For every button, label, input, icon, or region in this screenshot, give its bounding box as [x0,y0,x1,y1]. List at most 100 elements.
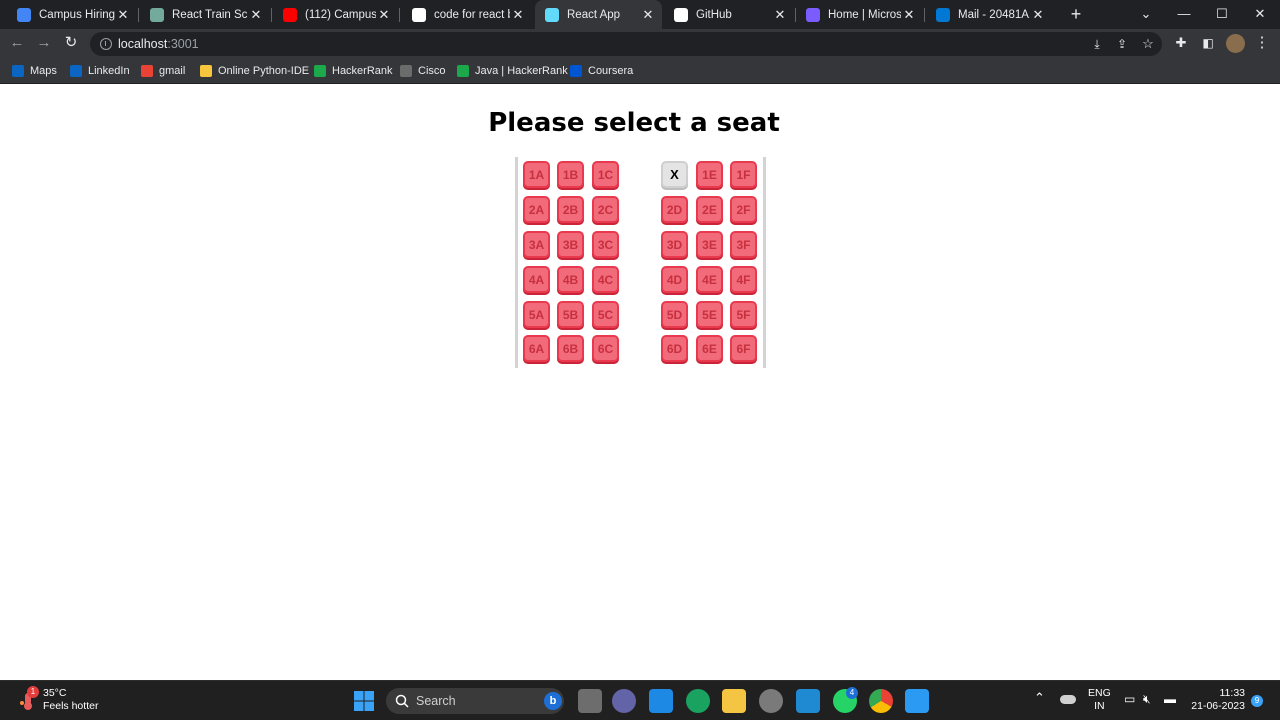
seat-button[interactable]: 6D [661,335,688,362]
seat-button[interactable]: 4A [523,266,550,293]
close-window-icon[interactable]: ✕ [1242,0,1278,29]
bookmark-item[interactable]: gmail [141,62,185,80]
browser-tab[interactable]: GitHub ✕ [664,0,794,29]
seat-button[interactable]: 3B [557,231,584,258]
vscode-icon[interactable] [796,689,820,713]
install-app-icon[interactable]: ⤓ [1086,33,1108,55]
seat-button[interactable]: 2C [592,196,619,223]
seat-button[interactable]: 6F [730,335,757,362]
seat-button[interactable]: 2E [696,196,723,223]
seat-booked[interactable]: X [661,161,688,188]
browser-tab[interactable]: React Train Sched✕ [140,0,270,29]
new-tab-button[interactable]: + [1066,4,1086,24]
weather-widget[interactable]: 35°C Feels hotter [43,687,98,713]
seat-button[interactable]: 6E [696,335,723,362]
seat-button[interactable]: 2D [661,196,688,223]
show-hidden-icons[interactable]: ⌃ [1034,691,1045,704]
seat-button[interactable]: 6B [557,335,584,362]
notepad-icon[interactable] [905,689,929,713]
browser-tab[interactable]: React App ✕ [535,0,662,29]
seat-button[interactable]: 5B [557,301,584,328]
bookmark-item[interactable]: Online Python-IDE [200,62,309,80]
close-tab-icon[interactable]: ✕ [115,7,131,23]
microsoft-store-icon[interactable] [649,689,673,713]
profile-avatar[interactable] [1226,34,1245,53]
windows-start-icon[interactable] [352,689,376,713]
seat-button[interactable]: 4C [592,266,619,293]
seat-button[interactable]: 6A [523,335,550,362]
seat-button[interactable]: 4D [661,266,688,293]
close-tab-icon[interactable]: ✕ [1030,7,1046,23]
bookmark-item[interactable]: Java | HackerRank [457,62,568,80]
menu-icon[interactable]: ⋮ [1251,32,1273,54]
reload-icon[interactable]: ↻ [60,32,82,54]
onedrive-icon[interactable] [1060,695,1076,704]
seat-button[interactable]: 4B [557,266,584,293]
file-explorer-icon[interactable] [722,689,746,713]
browser-tab[interactable]: code for react ba✕ [402,0,532,29]
side-panel-icon[interactable]: ◧ [1197,32,1219,54]
taskbar-search[interactable]: Search b [386,688,564,714]
seat-button[interactable]: 2A [523,196,550,223]
seat-button[interactable]: 1A [523,161,550,188]
close-tab-icon[interactable]: ✕ [772,7,788,23]
seat-button[interactable]: 5E [696,301,723,328]
seat-button[interactable]: 2B [557,196,584,223]
seat-button[interactable]: 2F [730,196,757,223]
edge-icon[interactable] [686,689,710,713]
search-icon [395,694,409,708]
seat-button[interactable]: 1F [730,161,757,188]
teams-chat-icon[interactable] [612,689,636,713]
seat-button[interactable]: 5D [661,301,688,328]
seat-button[interactable]: 3E [696,231,723,258]
seat-button[interactable]: 1B [557,161,584,188]
minimize-icon[interactable]: — [1166,0,1202,29]
close-tab-icon[interactable]: ✕ [248,7,264,23]
settings-icon[interactable] [759,689,783,713]
browser-tab[interactable]: (112) Campus Hir✕ [273,0,398,29]
address-bar[interactable]: localhost:3001 ⤓ ⇪ ☆ [90,32,1162,56]
close-tab-icon[interactable]: ✕ [376,7,392,23]
extensions-icon[interactable]: ✚ [1170,32,1192,54]
seat-button[interactable]: 3A [523,231,550,258]
speaker-muted-icon[interactable]: 🔇︎ [1143,693,1151,706]
forward-icon[interactable]: → [33,32,55,54]
bookmark-star-icon[interactable]: ☆ [1137,33,1159,55]
seat-button[interactable]: 1C [592,161,619,188]
bookmark-item[interactable]: Coursera [570,62,633,80]
bookmark-item[interactable]: Maps [12,62,57,80]
seat-button[interactable]: 6C [592,335,619,362]
bookmark-item[interactable]: HackerRank [314,62,393,80]
seat-button[interactable]: 3C [592,231,619,258]
windows-taskbar: 1 35°C Feels hotter Search b 4 ⌃ ENG IN … [0,680,1280,720]
seat-button[interactable]: 4E [696,266,723,293]
seat-button[interactable]: 3F [730,231,757,258]
close-tab-icon[interactable]: ✕ [640,7,656,23]
seat-button[interactable]: 3D [661,231,688,258]
bing-icon[interactable]: b [544,692,562,710]
chrome-icon[interactable] [869,689,893,713]
clock[interactable]: 11:33 21-06-2023 [1188,687,1245,713]
browser-tab[interactable]: Home | Microsoft✕ [796,0,923,29]
maximize-icon[interactable]: ☐ [1204,0,1240,29]
bookmark-item[interactable]: LinkedIn [70,62,130,80]
browser-tab[interactable]: Campus Hiring Ev✕ [7,0,137,29]
close-tab-icon[interactable]: ✕ [901,7,917,23]
close-tab-icon[interactable]: ✕ [510,7,526,23]
tab-search-icon[interactable]: ⌄ [1128,0,1164,29]
site-info-icon[interactable] [100,38,112,50]
bookmark-item[interactable]: Cisco [400,62,446,80]
task-view-icon[interactable] [578,689,602,713]
browser-tab[interactable]: Mail - 20481A12F✕ [926,0,1052,29]
language-indicator[interactable]: ENG IN [1088,687,1111,713]
seat-button[interactable]: 1E [696,161,723,188]
network-icon[interactable]: ▭ [1124,693,1135,706]
seat-button[interactable]: 5C [592,301,619,328]
back-icon[interactable]: ← [6,32,28,54]
battery-icon[interactable]: ▬ [1164,693,1176,706]
notification-badge[interactable]: 9 [1251,695,1263,707]
seat-button[interactable]: 5A [523,301,550,328]
seat-button[interactable]: 4F [730,266,757,293]
seat-button[interactable]: 5F [730,301,757,328]
share-icon[interactable]: ⇪ [1111,33,1133,55]
